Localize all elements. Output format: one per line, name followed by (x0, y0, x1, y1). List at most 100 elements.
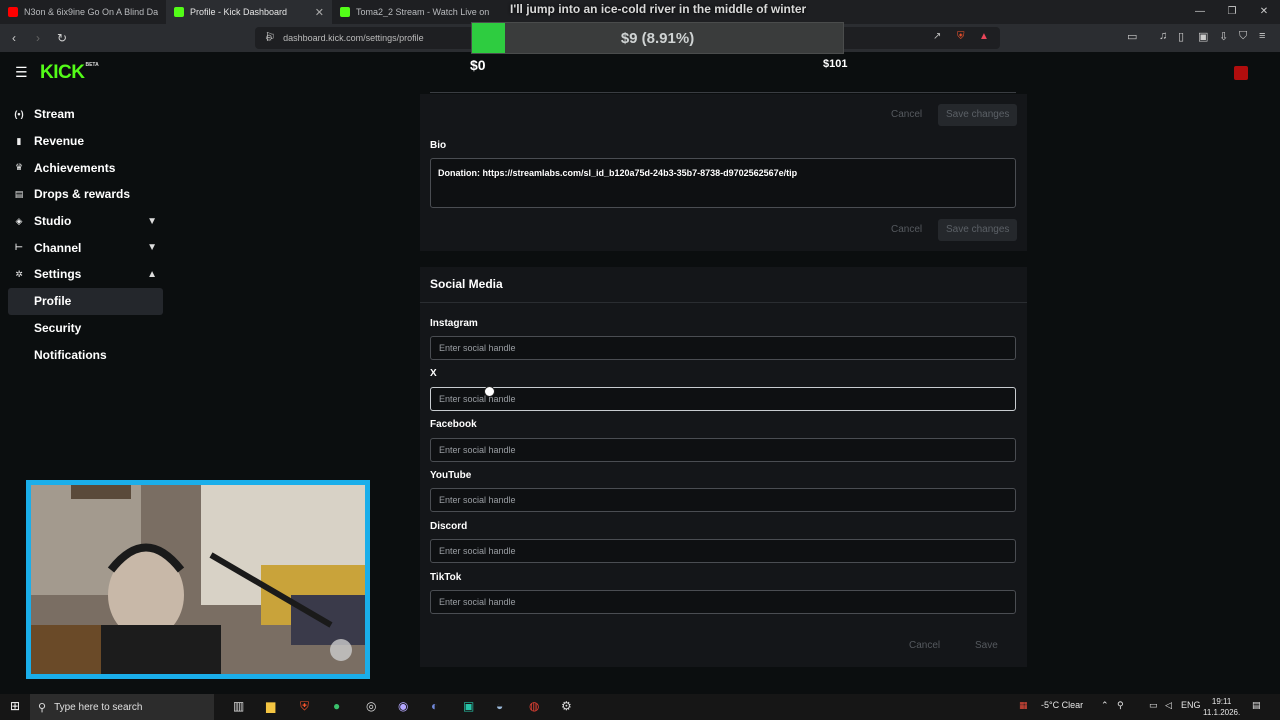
reload-icon[interactable]: ↻ (52, 31, 72, 45)
search-icon: ⚲ (38, 701, 47, 714)
close-window-icon[interactable]: ✕ (1248, 0, 1280, 24)
sidebar-item-revenue[interactable]: ▮ Revenue (8, 128, 163, 155)
social-media-title: Social Media (430, 277, 503, 291)
youtube-favicon-icon (8, 7, 18, 17)
minimize-icon[interactable]: — (1184, 0, 1216, 24)
goal-min: $0 (470, 57, 486, 73)
settings-icon[interactable]: ⚙ (561, 699, 572, 713)
show-hidden-icons-icon[interactable]: ⌃ (1101, 700, 1109, 711)
sidebar-item-drops[interactable]: ▤ Drops & rewards (8, 181, 163, 208)
hamburger-menu-icon[interactable]: ☰ (15, 64, 28, 81)
language-indicator[interactable]: ENG (1181, 700, 1201, 710)
sidebar-item-notifications[interactable]: Notifications (8, 341, 163, 368)
weather-icon[interactable]: ▦ (1019, 700, 1028, 711)
youtube-label: YouTube (430, 470, 472, 481)
sidebar-item-security[interactable]: Security (8, 315, 163, 342)
channel-icon: ⊢ (14, 242, 24, 253)
kick-logo[interactable]: KICKBETA (40, 62, 99, 84)
discord-label: Discord (430, 521, 468, 532)
browser-tab-youtube[interactable]: N3on & 6ix9ine Go On A Blind Date (0, 0, 166, 24)
cancel-button[interactable]: Cancel (891, 224, 922, 235)
forward-icon[interactable]: › (28, 31, 48, 45)
save-changes-button[interactable]: Save changes (938, 104, 1018, 126)
cancel-button[interactable]: Cancel (909, 640, 940, 651)
discord-input[interactable]: Enter social handle (430, 539, 1016, 563)
vpn-icon[interactable]: ⛉ (1239, 30, 1247, 43)
kick-header (0, 52, 1280, 94)
donation-goal-bar: $9 (8.91%) (471, 22, 844, 54)
task-view-icon[interactable]: ▥ (233, 699, 244, 713)
tiktok-label: TikTok (430, 572, 462, 583)
download-icon[interactable]: ⇩ (1219, 30, 1228, 43)
steam-icon[interactable]: ◒ (496, 699, 503, 713)
menu-icon[interactable]: ≡ (1259, 30, 1265, 42)
sidebar-item-achievements[interactable]: ♛ Achievements (8, 154, 163, 181)
app-icon-teal[interactable]: ▣ (463, 699, 474, 713)
sidebar-item-profile[interactable]: Profile (8, 287, 163, 315)
goal-progress-text: $9 (8.91%) (620, 30, 695, 47)
windows-start-icon[interactable]: ⊞ (10, 699, 20, 713)
bookmark-icon[interactable]: ⚐ (260, 30, 280, 44)
network-icon[interactable]: ▭ (1149, 700, 1158, 711)
webcam-overlay (26, 480, 370, 679)
app-icon-green[interactable]: ● (333, 699, 340, 713)
taskbar-search[interactable]: ⚲ Type here to search (30, 694, 214, 720)
volume-icon[interactable]: ◁ (1165, 700, 1172, 711)
file-explorer-icon[interactable]: ▆ (266, 699, 275, 713)
sidebar-item-channel[interactable]: ⊢ Channel ▼ (8, 234, 163, 261)
gift-icon: ▤ (14, 188, 24, 199)
notifications-icon[interactable]: ▤ (1252, 700, 1261, 711)
goal-title: I'll jump into an ice-cold river in the … (510, 2, 807, 16)
kick-favicon-icon (174, 7, 184, 17)
wallet-icon[interactable]: ▣ (1198, 30, 1208, 43)
brave-shield-icon[interactable]: ⛨ (957, 31, 965, 42)
user-avatar[interactable] (1234, 66, 1248, 80)
sidebar-item-stream[interactable]: (•) Stream (8, 101, 163, 128)
chevron-down-icon: ▼ (147, 242, 157, 254)
tab-title: Toma2_2 Stream - Watch Live on Kick (356, 7, 490, 17)
tab-title: Profile - Kick Dashboard (190, 7, 288, 17)
reader-icon[interactable]: ▭ (1127, 30, 1137, 43)
instagram-label: Instagram (430, 318, 478, 329)
music-icon[interactable]: ♫ (1159, 30, 1167, 42)
sidebar-icon[interactable]: ▯ (1178, 30, 1184, 43)
weather-text[interactable]: -5°C Clear (1041, 700, 1083, 710)
chevron-down-icon: ▼ (147, 215, 157, 227)
brave-icon[interactable]: ⛨ (300, 699, 309, 714)
youtube-input[interactable]: Enter social handle (430, 488, 1016, 512)
browser-tab-kick-stream[interactable]: Toma2_2 Stream - Watch Live on Kick (332, 0, 498, 24)
url-text: dashboard.kick.com/settings/profile (283, 33, 424, 43)
obs-icon[interactable]: ◉ (398, 699, 408, 713)
goal-max: $101 (823, 58, 848, 70)
x-input[interactable]: Enter social handle (430, 387, 1016, 411)
mouse-cursor (484, 386, 495, 397)
microphone-icon[interactable]: ⚲ (1117, 700, 1124, 711)
divider (430, 92, 1016, 93)
save-changes-button[interactable]: Save changes (938, 219, 1018, 241)
share-icon[interactable]: ↗ (933, 31, 941, 42)
studio-icon: ◈ (15, 215, 23, 226)
discord-icon[interactable]: ◐ (431, 699, 438, 713)
brave-rewards-icon[interactable]: ▲ (979, 31, 989, 42)
app-icon-circle[interactable]: ◎ (366, 699, 376, 713)
facebook-input[interactable]: Enter social handle (430, 438, 1016, 462)
sidebar-item-settings[interactable]: ✲ Settings ▲ (8, 261, 163, 288)
tiktok-input[interactable]: Enter social handle (430, 590, 1016, 614)
window-controls: — ❐ ✕ (1184, 0, 1280, 24)
broadcast-icon: (•) (14, 109, 24, 120)
trophy-icon: ♛ (14, 162, 24, 173)
cancel-button[interactable]: Cancel (891, 109, 922, 120)
webcam-image (31, 485, 365, 674)
bio-textarea[interactable]: Donation: https://streamlabs.com/sl_id_b… (430, 158, 1016, 208)
instagram-input[interactable]: Enter social handle (430, 336, 1016, 360)
save-button[interactable]: Save (975, 640, 998, 651)
maximize-icon[interactable]: ❐ (1216, 0, 1248, 24)
browser-tab-kick-dashboard[interactable]: Profile - Kick Dashboard ✕ (166, 0, 332, 24)
sidebar-item-studio[interactable]: ◈ Studio ▼ (8, 208, 163, 235)
back-icon[interactable]: ‹ (4, 31, 24, 45)
tab-title: N3on & 6ix9ine Go On A Blind Date (24, 7, 158, 17)
chrome-icon[interactable]: ◍ (529, 699, 539, 713)
system-clock[interactable]: 19:11 11.1.2026. (1203, 696, 1240, 718)
kick-favicon-icon (340, 7, 350, 17)
close-tab-icon[interactable]: ✕ (315, 6, 324, 19)
